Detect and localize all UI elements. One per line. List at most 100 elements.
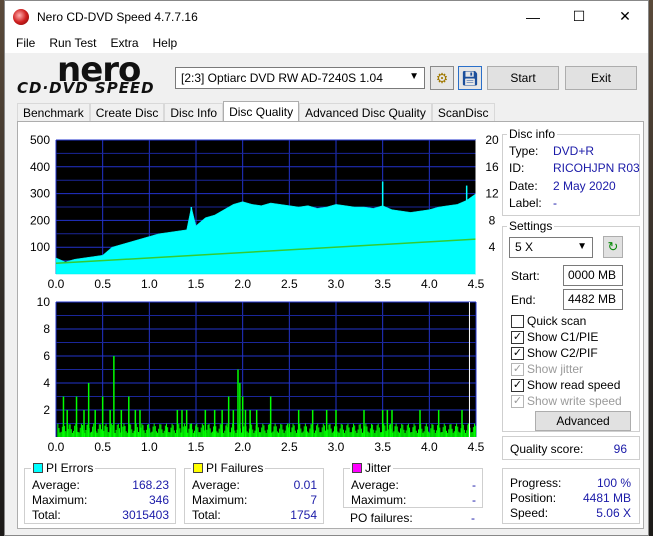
jitter-title: Jitter: [365, 461, 392, 475]
pi-failures-total-label: Total:: [192, 508, 221, 522]
start-button[interactable]: Start: [487, 66, 559, 90]
x-tick-label: 4.5: [468, 277, 485, 291]
pi-failures-avg-label: Average:: [192, 478, 240, 492]
eject-icon: ⚙: [435, 69, 449, 86]
close-button[interactable]: ✕: [602, 1, 648, 32]
x-tick-label: 2.0: [234, 440, 251, 454]
drive-select-value: [2:3] Optiarc DVD RW AD-7240S 1.04: [181, 71, 383, 85]
pi-failures-max: 7: [310, 493, 317, 507]
pi-errors-total: 3015403: [122, 508, 169, 522]
x-tick-label: 2.5: [281, 440, 298, 454]
x-tick-label: 2.5: [281, 277, 298, 291]
show-c1-label: Show C1/PIE: [527, 330, 599, 344]
disc-id-label: ID:: [509, 161, 525, 175]
x-tick-label: 1.0: [141, 277, 158, 291]
tab-scandisc[interactable]: ScanDisc: [431, 103, 495, 122]
x-tick-label: 4.0: [421, 440, 438, 454]
y-tick-label: 8: [43, 322, 50, 336]
disc-label-label: Label:: [509, 196, 542, 210]
menu-extra[interactable]: Extra: [103, 36, 145, 50]
x-tick-label: 1.5: [188, 440, 205, 454]
refresh-speed-button[interactable]: ↻: [603, 236, 623, 258]
disc-date-label: Date:: [509, 179, 538, 193]
y-tick-label: 500: [30, 133, 50, 147]
eject-button[interactable]: ⚙: [430, 66, 454, 90]
jitter-avg-label: Average:: [351, 478, 399, 492]
progress-value: 100 %: [596, 476, 631, 490]
menu-help[interactable]: Help: [146, 36, 185, 50]
maximize-button[interactable]: ☐: [556, 1, 602, 32]
quality-score-label: Quality score:: [510, 442, 584, 456]
x-tick-label: 0.5: [94, 277, 111, 291]
disc-type-value: DVD+R: [553, 144, 595, 158]
tab-disc-info[interactable]: Disc Info: [164, 103, 224, 122]
jitter-avg: -: [472, 478, 476, 492]
drive-select[interactable]: [2:3] Optiarc DVD RW AD-7240S 1.04 ▼: [175, 67, 425, 89]
end-input[interactable]: 4482 MB: [563, 289, 623, 310]
tab-disc-quality[interactable]: Disc Quality: [223, 101, 300, 122]
y-tick-label: 2: [43, 403, 50, 417]
pi-failures-max-label: Maximum:: [192, 493, 248, 507]
y2-tick-label: 16: [485, 160, 499, 174]
quick-scan-checkbox[interactable]: Quick scan: [511, 314, 586, 328]
pi-errors-title: PI Errors: [46, 461, 94, 475]
check-icon: ✓: [511, 394, 524, 408]
tab-create-disc[interactable]: Create Disc: [89, 103, 165, 122]
show-c2-checkbox[interactable]: ✓ Show C2/PIF: [511, 346, 598, 360]
exit-button[interactable]: Exit: [565, 66, 637, 90]
position-value: 4481 MB: [582, 491, 631, 505]
y-tick-label: 200: [30, 213, 50, 227]
chart2-svg: 0.0 0.5 1.0 1.5 2.0 2.5 3.0 3.5 4.0 4.5 2 4 6 8 10: [37, 295, 485, 454]
window-title: Nero CD-DVD Speed 4.7.7.16: [37, 9, 198, 24]
pi-failures-title: PI Failures: [206, 461, 264, 475]
x-tick-label: 4.5: [468, 440, 485, 454]
end-label: End:: [511, 293, 536, 307]
pi-errors-total-label: Total:: [32, 508, 61, 522]
y-tick-label: 400: [30, 160, 50, 174]
jitter-max: -: [472, 493, 476, 507]
menu-file[interactable]: File: [9, 36, 42, 50]
speed-label: Speed:: [510, 506, 549, 520]
settings-title: Settings: [507, 219, 555, 233]
pi-errors-swatch: [33, 463, 43, 473]
start-input[interactable]: 0000 MB: [563, 265, 623, 286]
save-button[interactable]: 💾︎: [458, 66, 482, 90]
show-c2-label: Show C2/PIF: [527, 346, 598, 360]
show-write-speed-checkbox: ✓ Show write speed: [511, 394, 622, 408]
check-icon: ✓: [511, 346, 524, 360]
show-c1-checkbox[interactable]: ✓ Show C1/PIE: [511, 330, 598, 344]
jitter-group: Jitter Average: - Maximum: -: [343, 461, 483, 508]
y-tick-label: 4: [43, 376, 50, 390]
y-tick-label: 10: [37, 295, 51, 309]
x-tick-label: 1.0: [141, 440, 158, 454]
tab-strip: Benchmark Create Disc Disc Info Disc Qua…: [17, 101, 495, 122]
show-read-speed-checkbox[interactable]: ✓ Show read speed: [511, 378, 620, 392]
minimize-button[interactable]: —: [510, 1, 556, 32]
refresh-icon: ↻: [607, 239, 619, 254]
x-tick-label: 0.5: [94, 440, 111, 454]
position-label: Position:: [510, 491, 557, 505]
x-tick-label: 3.0: [328, 277, 345, 291]
pi-errors-max-label: Maximum:: [32, 493, 88, 507]
disc-info-title: Disc info: [507, 127, 558, 141]
y2-tick-label: 20: [485, 133, 499, 147]
x-tick-label: 3.5: [374, 277, 391, 291]
quality-score-group: Quality score: 96: [502, 436, 640, 460]
progress-group: Progress: 100 % Position: 4481 MB Speed:…: [502, 468, 640, 524]
tab-advanced-disc-quality[interactable]: Advanced Disc Quality: [299, 103, 432, 122]
settings-group: Settings 5 X ▼ ↻ Start: 0000 MB End: 448…: [502, 219, 640, 432]
disc-type-label: Type:: [509, 144, 539, 158]
y-tick-label: 100: [30, 240, 50, 254]
x-tick-label: 3.5: [374, 440, 391, 454]
advanced-button[interactable]: Advanced: [535, 411, 631, 431]
speed-select[interactable]: 5 X ▼: [509, 237, 593, 258]
tab-benchmark[interactable]: Benchmark: [17, 103, 90, 122]
floppy-icon: 💾︎: [461, 69, 479, 86]
check-icon: ✓: [511, 330, 524, 344]
app-window: Nero CD-DVD Speed 4.7.7.16 — ☐ ✕ File Ru…: [4, 0, 649, 536]
menu-run-test[interactable]: Run Test: [42, 36, 103, 50]
title-bar: Nero CD-DVD Speed 4.7.7.16 — ☐ ✕: [5, 1, 648, 32]
quick-scan-label: Quick scan: [527, 314, 587, 328]
speed-value: 5.06 X: [596, 506, 631, 520]
y2-tick-label: 4: [489, 240, 496, 254]
